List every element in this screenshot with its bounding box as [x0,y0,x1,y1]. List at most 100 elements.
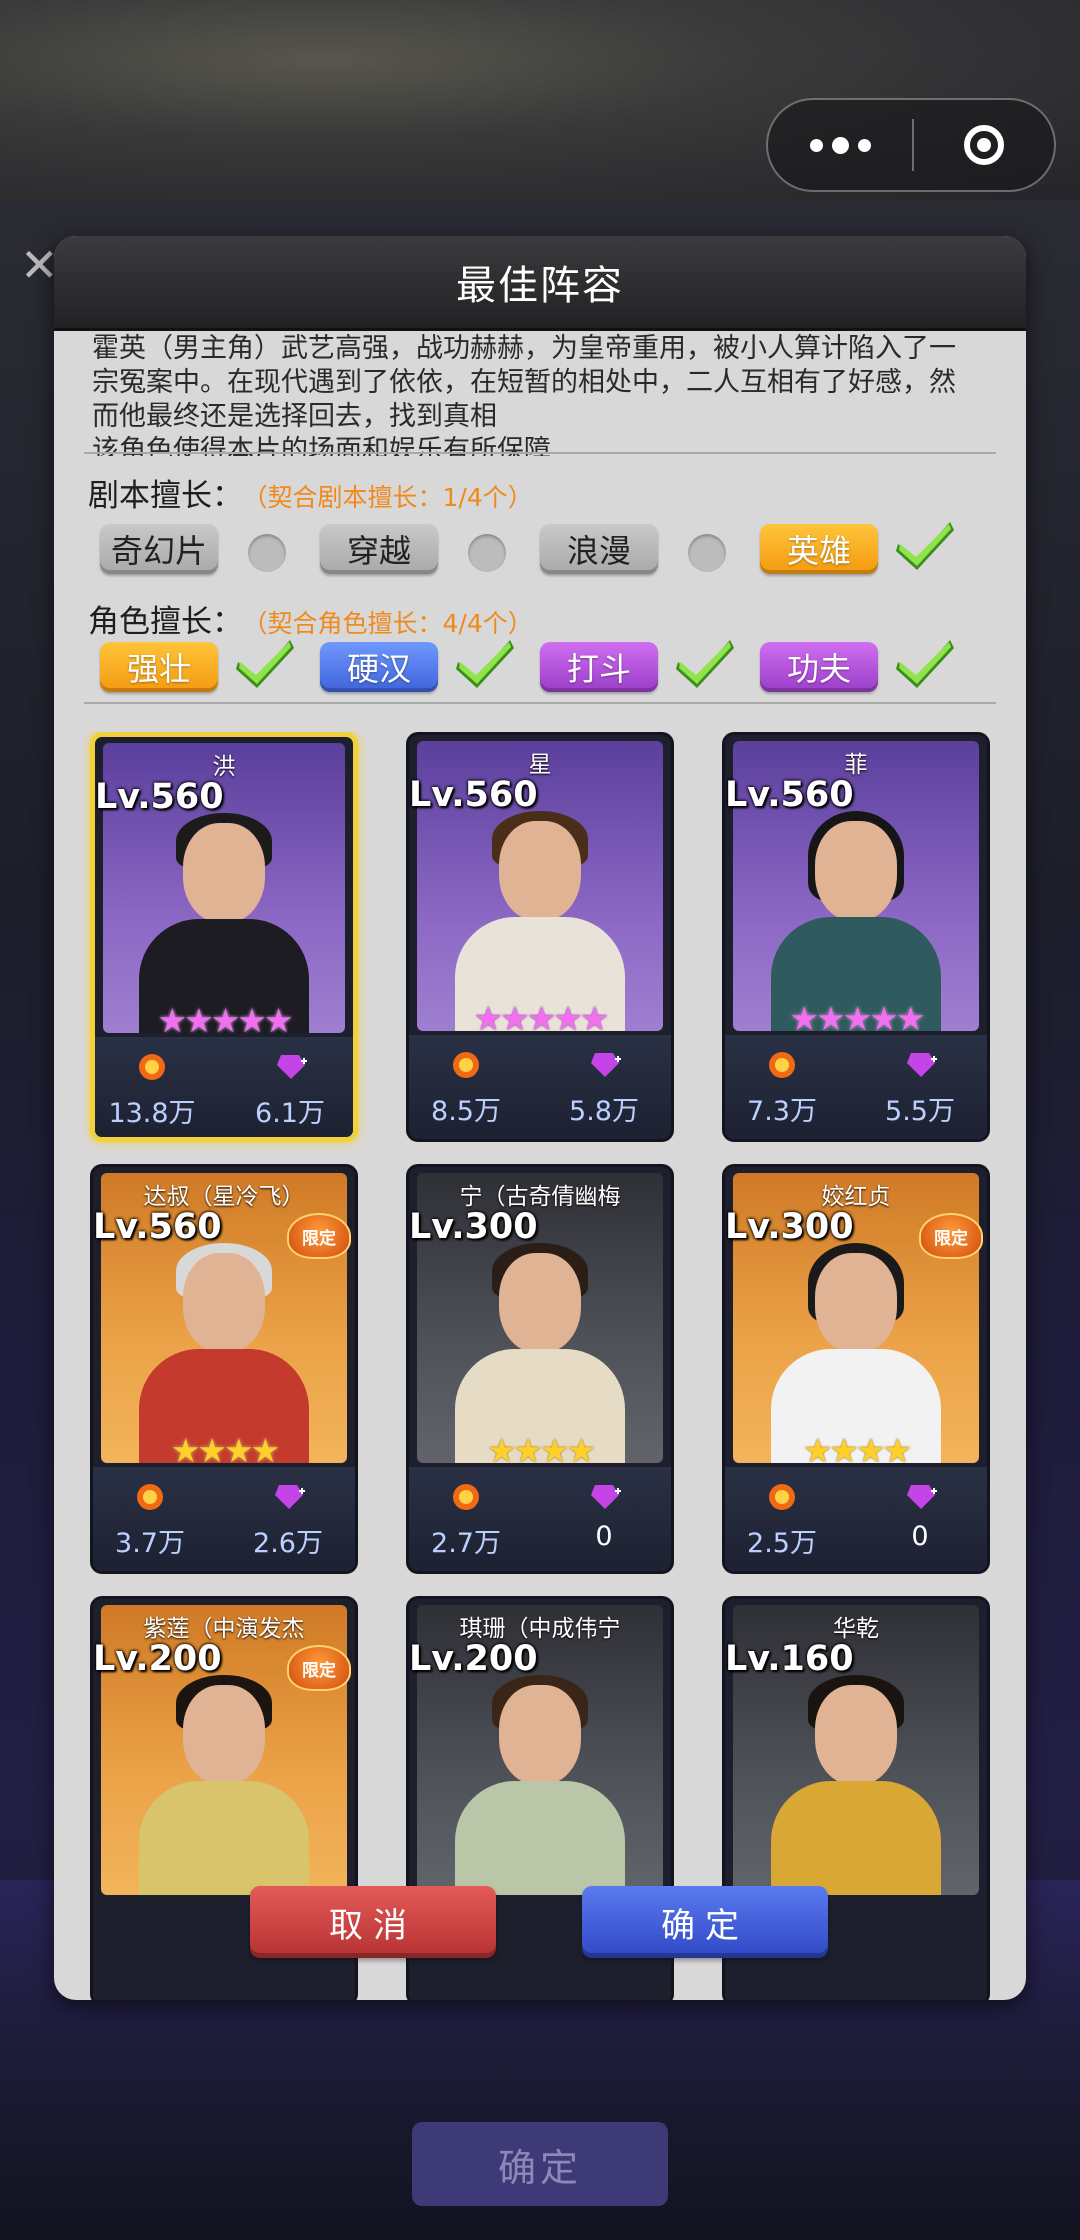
actor-card[interactable]: ★★★★★ 星 Lv.560 8.5万 5.8万 [406,732,674,1142]
story-line: 宗冤案中。在现代遇到了依依，在短暂的相处中，二人互相有了好感，然 [92,367,956,398]
actor-card[interactable]: ★★★★★ 洪 Lv.560 13.8万 6.1万 [90,732,358,1142]
fire-burst-icon [137,1484,163,1510]
fire-burst-icon [139,1054,165,1080]
divider [84,702,996,704]
dialog-title: 最佳阵容 [54,236,1026,331]
actor-card-grid: ★★★★★ 洪 Lv.560 13.8万 6.1万 ★★★★★ 星 Lv.560 [84,732,996,2000]
actor-card[interactable]: ★★★★ 达叔（星冷飞） Lv.560 限定 3.7万 2.6万 [90,1164,358,1574]
actor-name: 达叔（星冷飞） [143,1184,305,1210]
purple-gem-icon [591,1053,621,1077]
actor-figure [124,1675,324,1895]
actor-level: Lv.300 [409,1207,538,1247]
actor-card[interactable]: ★★★★ 宁（古奇倩幽梅 Lv.300 2.7万 0 [406,1164,674,1574]
role-skills-label: 角色擅长： [88,604,243,640]
purple-gem-icon [277,1055,307,1079]
actor-figure [440,1675,640,1895]
star-rating: ★★★★★ [157,1001,294,1033]
actor-card[interactable]: ★★★★ 姣红贞 Lv.300 限定 2.5万 0 [722,1164,990,1574]
actor-level: Lv.560 [93,1207,222,1247]
actor-stats: 3.7万 2.6万 [93,1467,355,1571]
limited-badge: 限定 [287,1645,351,1691]
divider [84,452,996,454]
actor-card[interactable]: ★★★★★ 菲 Lv.560 7.3万 5.5万 [722,732,990,1142]
stat-value-a: 8.5万 [431,1096,501,1127]
actor-name: 琪珊（中成伟宁 [459,1616,621,1642]
story-description: 霍英（男主角）武艺高强，战功赫赫，为皇帝重用，被小人算计陷入了一 宗冤案中。在现… [92,332,992,456]
actor-name: 宁（古奇倩幽梅 [459,1184,621,1210]
star-rating: ★★★★ [802,1431,912,1463]
star-rating: ★★★★★ [789,999,926,1031]
stat-value-a: 7.3万 [747,1096,817,1127]
fire-burst-icon [769,1484,795,1510]
actor-name: 华乾 [833,1616,879,1642]
actor-level: Lv.560 [95,777,224,817]
script-skills-row-label: 剧本擅长： （契合剧本擅长：1/4个） [88,470,533,515]
script-tag: 穿越 [320,524,438,574]
limited-badge: 限定 [287,1213,351,1259]
actor-level: Lv.200 [93,1639,222,1679]
more-dots-icon[interactable] [768,100,912,190]
limited-badge: 限定 [919,1213,983,1259]
actor-name: 紫莲（中演发杰 [143,1616,305,1642]
actor-stats: 13.8万 6.1万 [95,1037,353,1137]
script-tag: 浪漫 [540,524,658,574]
check-icon [676,640,734,688]
fire-burst-icon [769,1052,795,1078]
stat-value-b: 0 [595,1521,613,1552]
stat-value-b: 0 [911,1521,929,1552]
actor-stats: 2.7万 0 [409,1467,671,1571]
check-icon [896,522,954,570]
role-tag: 功夫 [760,642,878,692]
purple-gem-icon [907,1485,937,1509]
fire-burst-icon [453,1484,479,1510]
best-lineup-dialog: 最佳阵容 霍英（男主角）武艺高强，战功赫赫，为皇帝重用，被小人算计陷入了一 宗冤… [54,236,1026,2000]
check-icon [456,640,514,688]
actor-level: Lv.200 [409,1639,538,1679]
star-rating: ★★★★ [170,1431,280,1463]
stat-value-b: 5.5万 [885,1096,955,1127]
script-tag: 奇幻片 [100,524,218,574]
role-tag: 打斗 [540,642,658,692]
confirm-button[interactable]: 确定 [582,1886,828,1958]
actor-level: Lv.560 [725,775,854,815]
actor-name: 菲 [844,752,868,778]
check-icon [896,640,954,688]
script-tags-row: 奇幻片 穿越 浪漫 英雄 [100,520,1000,580]
actor-stats: 2.5万 0 [725,1467,987,1571]
stat-value-b: 6.1万 [255,1098,325,1129]
check-icon [236,640,294,688]
stat-value-a: 13.8万 [108,1098,196,1129]
stat-value-a: 2.7万 [431,1528,501,1559]
actor-level: Lv.300 [725,1207,854,1247]
role-tags-row: 强壮 硬汉 打斗 功夫 [100,638,1000,698]
role-tag: 强壮 [100,642,218,692]
target-close-icon[interactable] [914,125,1054,165]
script-tag: 英雄 [760,524,878,574]
actor-stats: 8.5万 5.8万 [409,1035,671,1139]
actor-stats: 7.3万 5.5万 [725,1035,987,1139]
actor-name: 星 [528,752,552,778]
cancel-button[interactable]: 取消 [250,1886,496,1958]
star-rating: ★★★★ [486,1431,596,1463]
purple-gem-icon [591,1485,621,1509]
unmatched-dot-icon [248,534,286,572]
fire-burst-icon [453,1052,479,1078]
mini-program-capsule [766,98,1056,192]
script-skills-hint: （契合剧本擅长：1/4个） [255,483,533,512]
background-confirm-button: 确定 [412,2122,668,2206]
actor-level: Lv.160 [725,1639,854,1679]
actor-figure [756,1675,956,1895]
unmatched-dot-icon [688,534,726,572]
actor-name: 姣红贞 [821,1184,891,1210]
stat-value-b: 2.6万 [253,1528,323,1559]
stat-value-a: 2.5万 [747,1528,817,1559]
actor-name: 洪 [212,754,236,780]
stat-value-a: 3.7万 [115,1528,185,1559]
role-tag: 硬汉 [320,642,438,692]
story-line: 霍英（男主角）武艺高强，战功赫赫，为皇帝重用，被小人算计陷入了一 [92,333,956,364]
script-skills-label: 剧本擅长： [88,478,243,514]
unmatched-dot-icon [468,534,506,572]
purple-gem-icon [907,1053,937,1077]
story-line: 而他最终还是选择回去，找到真相 [92,401,497,432]
star-rating: ★★★★★ [473,999,610,1031]
